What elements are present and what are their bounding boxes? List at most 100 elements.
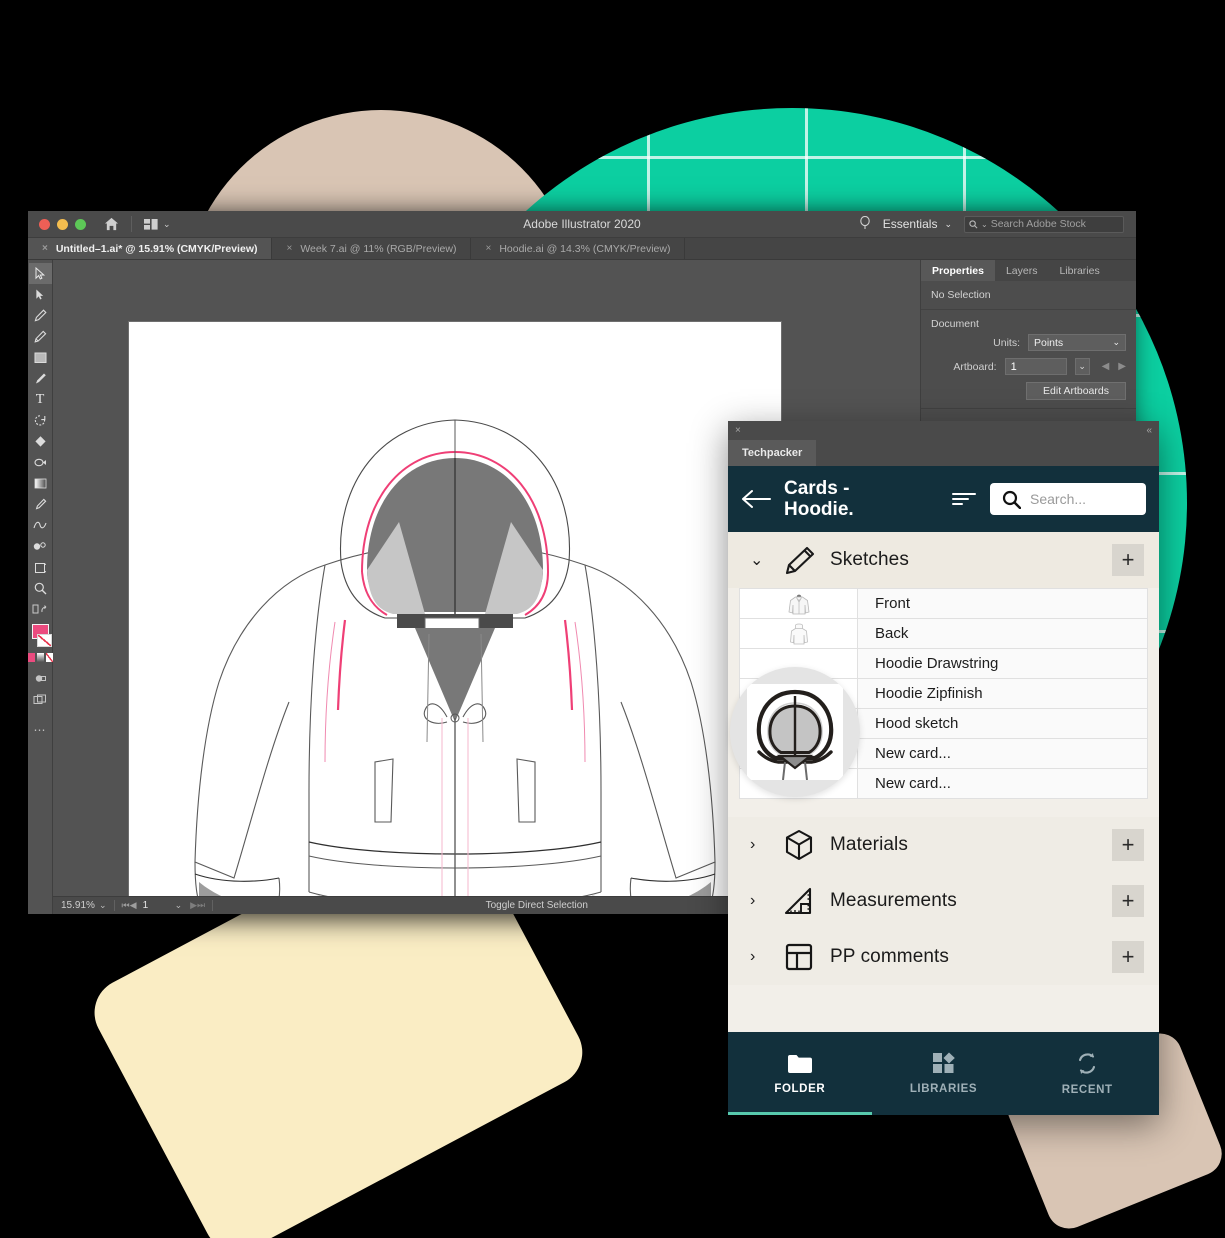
direct-selection-tool-icon[interactable] bbox=[29, 284, 52, 305]
more-tools-icon[interactable]: ⋯ bbox=[29, 719, 52, 740]
dock-tab-bar: Properties Layers Libraries bbox=[921, 260, 1136, 281]
close-icon[interactable]: × bbox=[286, 243, 292, 254]
section-label: Materials bbox=[830, 834, 908, 855]
chevron-down-icon: ⌄ bbox=[944, 218, 952, 229]
tab-layers[interactable]: Layers bbox=[995, 260, 1049, 281]
screen-mode-icon[interactable] bbox=[29, 689, 52, 710]
list-item[interactable]: Front bbox=[740, 589, 1147, 619]
blend-tool-icon[interactable] bbox=[29, 515, 52, 536]
list-item[interactable]: Back bbox=[740, 619, 1147, 649]
edit-artboards-button[interactable]: Edit Artboards bbox=[1026, 382, 1126, 400]
zoom-level-value[interactable]: 15.91% bbox=[53, 900, 99, 911]
document-tab-untitled-1[interactable]: × Untitled–1.ai* @ 15.91% (CMYK/Preview) bbox=[28, 238, 273, 259]
add-measurement-button[interactable]: + bbox=[1112, 885, 1144, 917]
illustrator-toolbar[interactable]: T ⋯ bbox=[28, 260, 53, 914]
workspace-switcher[interactable]: Essentials ⌄ bbox=[883, 217, 952, 231]
type-tool-icon[interactable]: T bbox=[29, 389, 52, 410]
document-tab-week-7[interactable]: × Week 7.ai @ 11% (RGB/Preview) bbox=[272, 238, 472, 259]
maximize-window-button[interactable] bbox=[75, 218, 86, 230]
add-sketch-button[interactable]: + bbox=[1112, 544, 1144, 576]
list-item-label: Back bbox=[875, 625, 909, 642]
stroke-color-swatch[interactable] bbox=[36, 634, 52, 647]
color-mode-swatches[interactable] bbox=[28, 653, 53, 662]
symbol-sprayer-tool-icon[interactable] bbox=[29, 536, 52, 557]
hoodie-flat-sketch bbox=[194, 419, 716, 914]
chevron-right-icon[interactable]: › bbox=[750, 948, 784, 966]
width-warp-tool-icon[interactable] bbox=[29, 452, 52, 473]
artboard-label: Artboard: bbox=[953, 360, 997, 373]
illustrator-title-bar: ⌄ Adobe Illustrator 2020 Essentials ⌄ ⌄ … bbox=[28, 211, 1136, 238]
nav-folder[interactable]: FOLDER bbox=[728, 1032, 872, 1115]
section-header-pp-comments[interactable]: › PP comments + bbox=[728, 929, 1159, 985]
home-icon[interactable] bbox=[104, 217, 119, 231]
chevron-down-icon[interactable]: ⌄ bbox=[99, 900, 107, 911]
gradient-tool-icon[interactable] bbox=[29, 473, 52, 494]
close-icon[interactable]: × bbox=[735, 425, 741, 436]
page-nav-prev-icon[interactable]: ◀ bbox=[130, 900, 137, 911]
artboard-nav-arrows[interactable]: ◀ ▶ bbox=[1102, 361, 1126, 372]
drawing-mode-icon[interactable] bbox=[29, 668, 52, 689]
artboard-dropdown-icon[interactable]: ⌄ bbox=[1074, 358, 1090, 375]
chevron-down-icon[interactable]: ⌄ bbox=[750, 550, 784, 570]
close-icon[interactable]: × bbox=[485, 243, 491, 254]
section-header-sketches[interactable]: ⌄ Sketches + bbox=[728, 532, 1159, 588]
page-nav-first-icon[interactable]: ⏮ bbox=[122, 900, 130, 911]
close-window-button[interactable] bbox=[39, 218, 50, 230]
chevron-right-icon[interactable]: › bbox=[750, 892, 784, 910]
document-tab-label: Hoodie.ai @ 14.3% (CMYK/Preview) bbox=[499, 242, 671, 255]
list-item-label: New card... bbox=[875, 745, 951, 762]
window-traffic-lights[interactable] bbox=[39, 218, 86, 230]
chevron-right-icon[interactable]: › bbox=[750, 836, 784, 854]
back-arrow-icon[interactable] bbox=[741, 489, 771, 509]
prev-artboard-icon[interactable]: ◀ bbox=[1102, 361, 1110, 372]
tab-techpacker[interactable]: Techpacker bbox=[728, 440, 817, 466]
add-pp-comment-button[interactable]: + bbox=[1112, 941, 1144, 973]
zoom-tool-icon[interactable] bbox=[29, 578, 52, 599]
page-nav-next-icon[interactable]: ▶ bbox=[190, 900, 197, 911]
sort-icon[interactable] bbox=[951, 490, 977, 508]
nav-libraries[interactable]: LIBRARIES bbox=[872, 1032, 1016, 1115]
minimize-window-button[interactable] bbox=[57, 218, 68, 230]
page-nav-last-icon[interactable]: ⏭ bbox=[197, 900, 205, 911]
artboard-hoodie-flat[interactable] bbox=[129, 322, 781, 914]
eyedropper-tool-icon[interactable] bbox=[29, 494, 52, 515]
artboard-number-input[interactable]: 1 bbox=[1004, 358, 1067, 375]
section-header-measurements[interactable]: › Measurements + bbox=[728, 873, 1159, 929]
tab-properties[interactable]: Properties bbox=[921, 260, 995, 281]
search-doc-icon[interactable] bbox=[859, 215, 871, 233]
page-number-input[interactable]: 1 bbox=[136, 900, 175, 911]
tab-libraries[interactable]: Libraries bbox=[1048, 260, 1110, 281]
rotate-tool-icon[interactable] bbox=[29, 410, 52, 431]
techpacker-header: Cards - Hoodie. Search... bbox=[728, 466, 1159, 532]
selection-tool-icon[interactable] bbox=[28, 263, 52, 284]
paintbrush-tool-icon[interactable] bbox=[29, 368, 52, 389]
edit-toolbar-icon[interactable] bbox=[29, 599, 52, 620]
chevron-down-icon[interactable]: ⌄ bbox=[175, 900, 183, 911]
chevron-down-icon: ⌄ bbox=[1112, 337, 1120, 347]
selection-status: No Selection bbox=[931, 289, 991, 301]
section-header-materials[interactable]: › Materials + bbox=[728, 817, 1159, 873]
add-material-button[interactable]: + bbox=[1112, 829, 1144, 861]
none-swatch-icon[interactable] bbox=[45, 653, 53, 662]
pen-tool-icon[interactable] bbox=[29, 305, 52, 326]
rectangle-tool-icon[interactable] bbox=[29, 347, 52, 368]
nav-recent[interactable]: RECENT bbox=[1015, 1032, 1159, 1115]
collapse-panel-icon[interactable]: « bbox=[1146, 425, 1152, 436]
document-tab-hoodie[interactable]: × Hoodie.ai @ 14.3% (CMYK/Preview) bbox=[471, 238, 686, 259]
next-artboard-icon[interactable]: ▶ bbox=[1118, 361, 1126, 372]
current-tool-label[interactable]: Toggle Direct Selection bbox=[486, 900, 588, 911]
nav-label: LIBRARIES bbox=[909, 1083, 978, 1095]
curvature-pencil-tool-icon[interactable] bbox=[29, 326, 52, 347]
close-icon[interactable]: × bbox=[42, 243, 48, 254]
artboard-tool-icon[interactable] bbox=[29, 557, 52, 578]
gradient-swatch-icon[interactable] bbox=[36, 653, 44, 662]
document-tab-label: Untitled–1.ai* @ 15.91% (CMYK/Preview) bbox=[55, 242, 258, 255]
search-input[interactable]: Search... bbox=[990, 483, 1146, 515]
color-swatch-icon[interactable] bbox=[28, 653, 35, 662]
document-tab-label: Week 7.ai @ 11% (RGB/Preview) bbox=[300, 242, 457, 255]
adobe-stock-search-input[interactable]: ⌄ Search Adobe Stock bbox=[964, 215, 1124, 233]
units-select[interactable]: Points ⌄ bbox=[1028, 334, 1126, 351]
scale-shaper-tool-icon[interactable] bbox=[29, 431, 52, 452]
arrange-documents-icon[interactable]: ⌄ bbox=[144, 218, 171, 230]
stock-search-placeholder: Search Adobe Stock bbox=[990, 218, 1086, 230]
